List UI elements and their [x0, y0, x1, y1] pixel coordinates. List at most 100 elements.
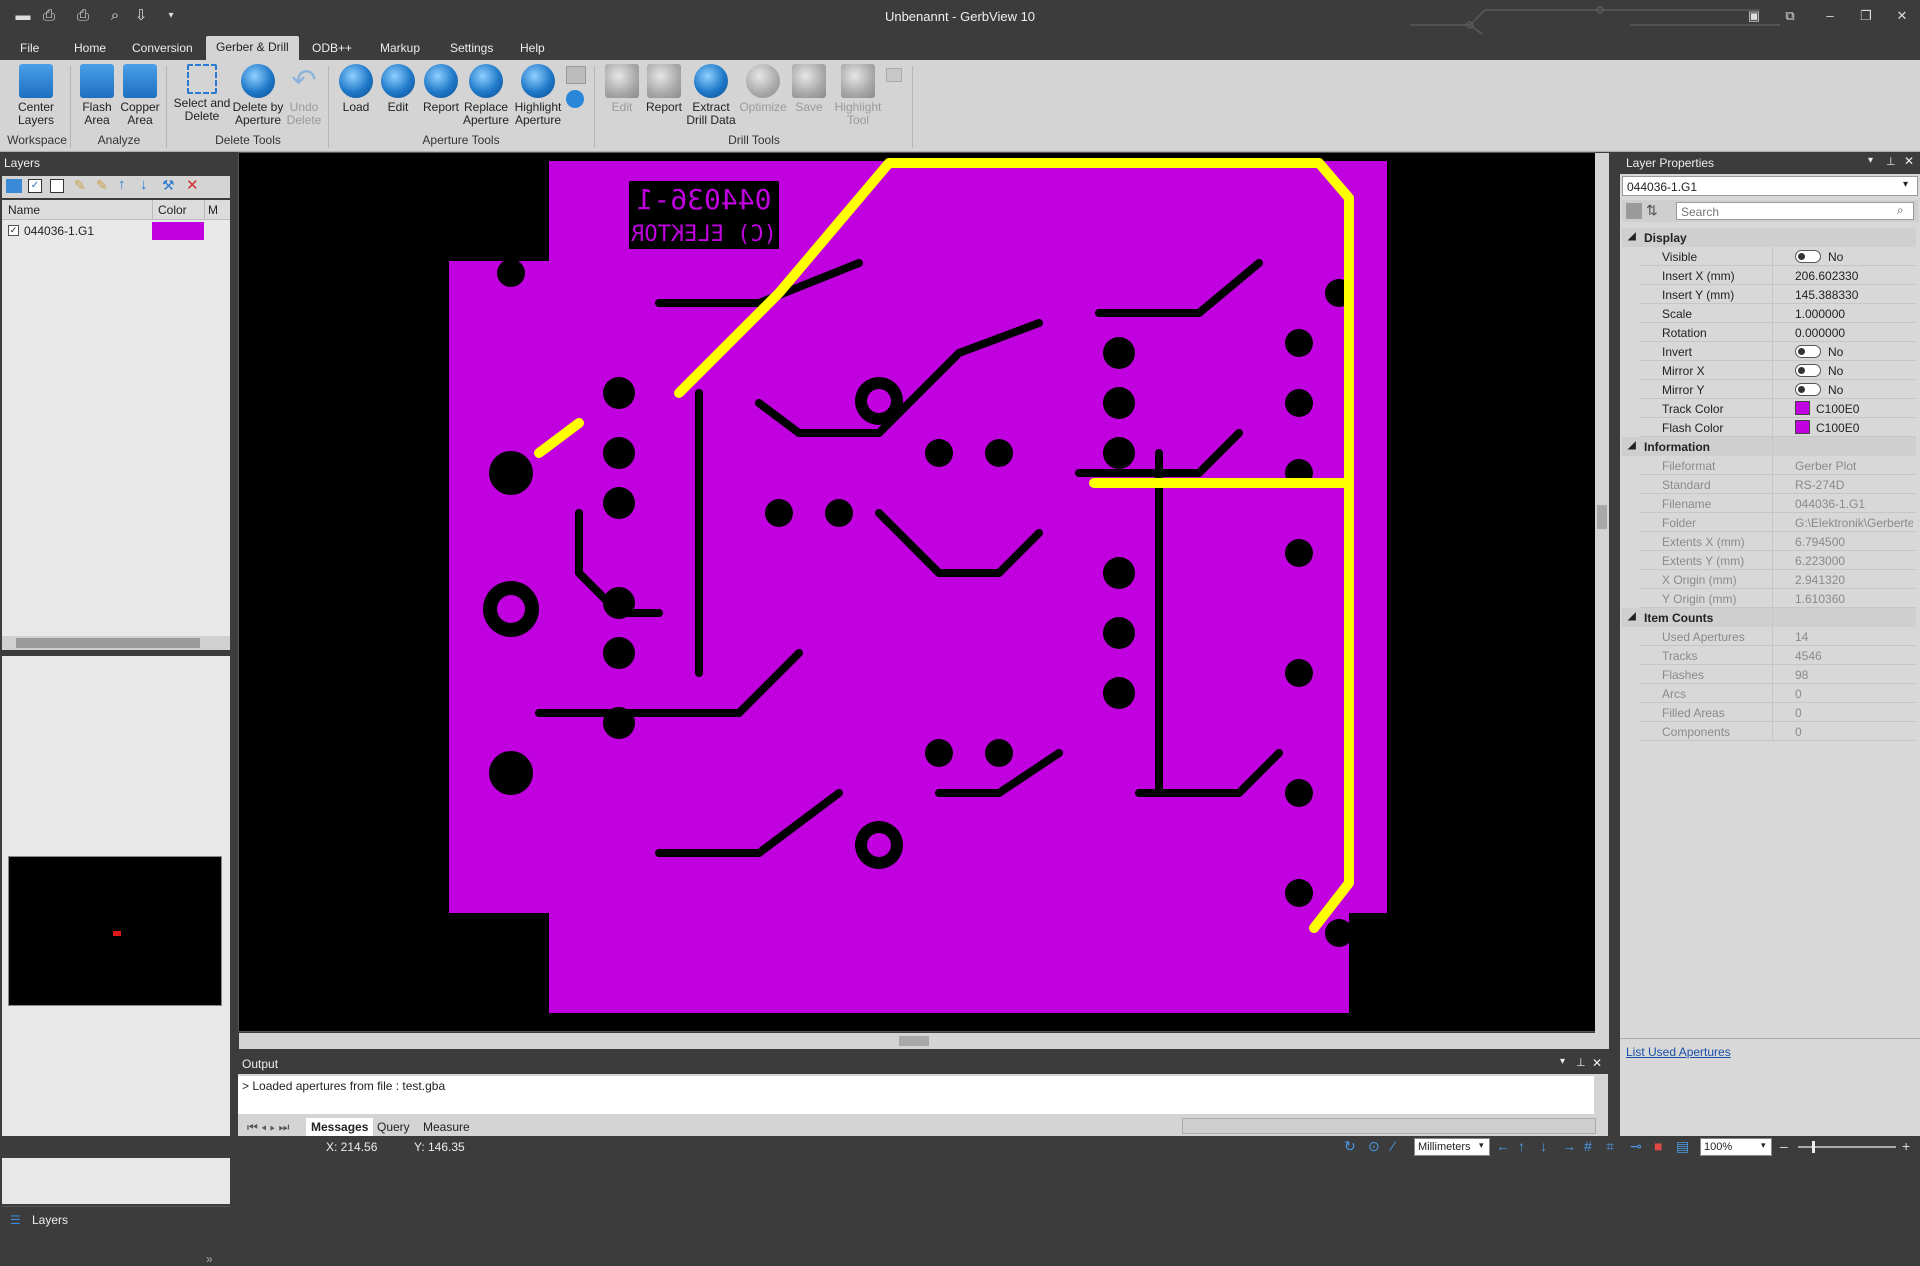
sort-az-icon[interactable]: ⇅ — [1646, 202, 1658, 219]
maximize-button[interactable]: ❐ — [1852, 6, 1880, 26]
prop-rotation[interactable]: Rotation 0.000000 — [1640, 323, 1916, 342]
uncheck-all-icon[interactable] — [50, 179, 64, 193]
pan-up-icon[interactable]: ↑ — [1518, 1138, 1525, 1154]
undo-delete-button[interactable]: ↶ Undo Delete — [284, 64, 324, 127]
mirror-y-toggle[interactable] — [1795, 383, 1821, 396]
layer-visible-checkbox[interactable]: ✓ — [8, 225, 19, 236]
output-pin-icon[interactable]: ⊥ — [1576, 1056, 1586, 1069]
layout-icon[interactable]: ⧉ — [1776, 6, 1804, 26]
tab-measure[interactable]: Measure — [418, 1118, 475, 1136]
track-color-swatch[interactable] — [1795, 401, 1810, 415]
output-vscrollbar[interactable] — [1594, 1076, 1608, 1114]
drill-save-button[interactable]: Save — [790, 64, 828, 114]
category-display[interactable]: ◢ Display — [1622, 228, 1916, 247]
scroll-thumb[interactable] — [16, 638, 200, 648]
pan-left-icon[interactable]: ← — [1496, 1138, 1510, 1154]
prop-mirror-y[interactable]: Mirror Y No — [1640, 380, 1916, 399]
move-down-icon[interactable]: ↓ — [140, 176, 148, 193]
prop-mirror-x[interactable]: Mirror X No — [1640, 361, 1916, 380]
color-icon[interactable]: ■ — [1654, 1138, 1662, 1154]
search-input[interactable]: Search ⌕ — [1676, 202, 1914, 220]
prop-scale[interactable]: Scale 1.000000 — [1640, 304, 1916, 323]
zoom-select[interactable]: 100% ▾ — [1700, 1138, 1772, 1156]
paint-icon[interactable]: ✎ — [74, 177, 86, 194]
menu-gerber-drill[interactable]: Gerber & Drill — [206, 36, 299, 60]
layer-load-icon[interactable] — [6, 179, 22, 193]
overview-map[interactable] — [8, 856, 222, 1006]
mirror-x-toggle[interactable] — [1795, 364, 1821, 377]
prop-flash-color[interactable]: Flash Color C100E0 — [1640, 418, 1916, 437]
vscroll-thumb[interactable] — [1597, 505, 1607, 529]
tab-query[interactable]: Query — [372, 1118, 415, 1136]
target-icon[interactable]: ⊙ — [1368, 1138, 1380, 1155]
prop-invert[interactable]: Invert No — [1640, 342, 1916, 361]
pan-down-icon[interactable]: ↓ — [1540, 1138, 1547, 1154]
check-all-icon[interactable]: ✓ — [28, 179, 42, 193]
visible-toggle[interactable] — [1795, 250, 1821, 263]
aperture-edit-button[interactable]: Edit — [378, 64, 418, 114]
column-color[interactable]: Color — [158, 203, 187, 217]
replace-aperture-button[interactable]: Replace Aperture — [462, 64, 510, 127]
aperture-report-button[interactable]: Report — [418, 64, 464, 114]
highlight-aperture-button[interactable]: Highlight Aperture — [510, 64, 566, 127]
close-panel-icon[interactable]: ✕ — [1904, 154, 1914, 168]
copper-area-button[interactable]: Copper Area — [118, 64, 162, 127]
canvas-vscrollbar[interactable] — [1595, 153, 1609, 1033]
restore-panel-icon[interactable]: ▣ — [1740, 6, 1768, 26]
units-select[interactable]: Millimeters ▾ — [1414, 1138, 1490, 1156]
pan-right-icon[interactable]: → — [1562, 1138, 1576, 1154]
drill-report-button[interactable]: Report — [642, 64, 686, 114]
flash-color-swatch[interactable] — [1795, 420, 1810, 434]
menu-conversion[interactable]: Conversion — [122, 38, 203, 60]
menu-file[interactable]: File — [10, 38, 49, 60]
layer-row[interactable]: ✓ 044036-1.G1 — [2, 222, 230, 240]
output-close-icon[interactable]: ✕ — [1592, 1056, 1602, 1070]
zoom-in-icon[interactable]: + — [1902, 1138, 1910, 1154]
invert-toggle[interactable] — [1795, 345, 1821, 358]
gerber-canvas[interactable]: 044036-1 (C) ELEKTOR — [238, 152, 1609, 1049]
zoom-slider[interactable] — [1798, 1141, 1896, 1153]
dropdown-icon[interactable]: ▾ — [1868, 155, 1873, 166]
canvas-hscrollbar[interactable] — [239, 1033, 1609, 1049]
remove-layer-icon[interactable]: ✕ — [186, 176, 199, 194]
prop-insert-x[interactable]: Insert X (mm) 206.602330 — [1640, 266, 1916, 285]
column-m[interactable]: M — [208, 203, 218, 217]
select-and-delete-button[interactable]: Select and Delete — [172, 64, 232, 123]
paint-all-icon[interactable]: ✎ — [96, 177, 108, 194]
layer-selector[interactable]: 044036-1.G1 ▾ — [1622, 176, 1918, 196]
aperture-small-button[interactable] — [566, 66, 586, 84]
minimize-button[interactable]: – — [1816, 6, 1844, 26]
ortho-icon[interactable]: ⊸ — [1630, 1138, 1642, 1155]
categorized-icon[interactable] — [1626, 203, 1642, 219]
menu-odb[interactable]: ODB++ — [302, 38, 362, 60]
layers-bottom-tab[interactable]: ☰ Layers — [2, 1206, 230, 1232]
prop-visible[interactable]: Visible No — [1640, 247, 1916, 266]
prop-track-color[interactable]: Track Color C100E0 — [1640, 399, 1916, 418]
layer-color-swatch[interactable] — [152, 222, 204, 240]
output-hscrollbar[interactable] — [1182, 1118, 1596, 1134]
drill-small-button[interactable] — [886, 68, 902, 82]
hscroll-thumb[interactable] — [899, 1036, 929, 1046]
menu-settings[interactable]: Settings — [440, 38, 503, 60]
category-item-counts[interactable]: ◢ Item Counts — [1622, 608, 1916, 627]
measure-line-icon[interactable]: ⁄ — [1392, 1138, 1394, 1154]
center-layers-button[interactable]: Center Layers — [12, 64, 60, 127]
expand-panel-icon[interactable]: » — [206, 1252, 213, 1266]
zoom-slider-thumb[interactable] — [1812, 1141, 1815, 1153]
move-up-icon[interactable]: ↑ — [118, 176, 126, 193]
extract-drill-data-button[interactable]: Extract Drill Data — [686, 64, 736, 127]
menu-markup[interactable]: Markup — [370, 38, 430, 60]
grid-icon[interactable]: # — [1584, 1138, 1592, 1154]
snap-icon[interactable]: ⌗ — [1606, 1138, 1614, 1155]
highlight-tool-button[interactable]: Highlight Tool — [830, 64, 886, 127]
aperture-load-button[interactable]: Load — [336, 64, 376, 114]
wrench-icon[interactable]: ⚒ — [162, 177, 175, 194]
aperture-settings-icon[interactable] — [566, 90, 584, 108]
column-name[interactable]: Name — [8, 203, 40, 217]
tab-nav-arrows[interactable]: ⏮ ◂ ▸ ⏭ — [242, 1118, 294, 1136]
list-used-apertures-link[interactable]: List Used Apertures — [1626, 1045, 1731, 1059]
output-dropdown-icon[interactable]: ▾ — [1560, 1056, 1565, 1067]
drill-edit-button[interactable]: Edit — [602, 64, 642, 114]
close-button[interactable]: ✕ — [1888, 6, 1916, 26]
menu-help[interactable]: Help — [510, 38, 555, 60]
